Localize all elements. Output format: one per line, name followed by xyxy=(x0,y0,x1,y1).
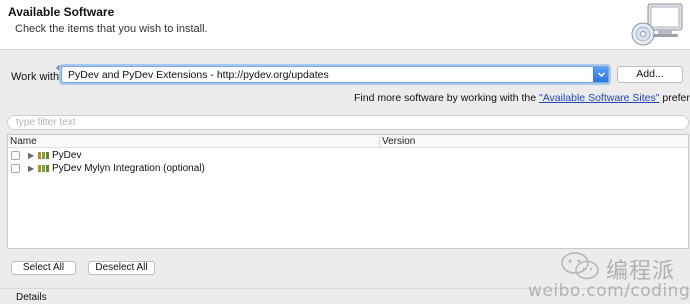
work-with-combo[interactable]: PyDev and PyDev Extensions - http://pyde… xyxy=(61,66,609,83)
software-tree-table[interactable]: Name Version ▶ PyDev ▶ PyDev Mylyn Integ… xyxy=(7,134,689,249)
install-cd-computer-icon xyxy=(631,3,683,46)
watermark-url: weibo.com/codingpy xyxy=(528,281,690,301)
table-row[interactable]: ▶ PyDev xyxy=(8,149,688,163)
column-header-version[interactable]: Version xyxy=(382,136,415,147)
details-label: Details xyxy=(16,292,47,303)
row-checkbox[interactable] xyxy=(11,151,20,160)
row-label: PyDev xyxy=(52,150,82,161)
chevron-down-icon[interactable] xyxy=(593,67,608,82)
column-divider[interactable] xyxy=(379,135,380,148)
deselect-all-button[interactable]: Deselect All xyxy=(88,261,155,275)
available-software-sites-link[interactable]: "Available Software Sites" xyxy=(539,92,660,104)
table-row[interactable]: ▶ PyDev Mylyn Integration (optional) xyxy=(8,162,688,176)
find-more-prefix: Find more software by working with the xyxy=(354,92,539,104)
feature-group-icon xyxy=(38,152,49,159)
dialog-header: Available Software Check the items that … xyxy=(0,0,690,50)
find-more-suffix: preferences. xyxy=(662,92,690,104)
add-site-button[interactable]: Add... xyxy=(617,66,683,83)
work-with-value: PyDev and PyDev Extensions - http://pyde… xyxy=(68,69,329,81)
table-header: Name Version xyxy=(8,135,688,148)
wechat-logo-icon xyxy=(561,252,599,280)
page-subtitle: Check the items that you wish to install… xyxy=(15,23,208,35)
expand-triangle-icon[interactable]: ▶ xyxy=(28,149,34,162)
column-header-name[interactable]: Name xyxy=(10,136,37,147)
row-checkbox[interactable] xyxy=(11,164,20,173)
page-title: Available Software xyxy=(8,5,115,19)
find-more-text: Find more software by working with the "… xyxy=(354,92,690,104)
work-with-label: Work with: xyxy=(11,71,63,83)
filter-placeholder: type filter text xyxy=(16,117,76,128)
row-label: PyDev Mylyn Integration (optional) xyxy=(52,163,205,174)
filter-input[interactable]: type filter text xyxy=(7,115,689,130)
select-all-button[interactable]: Select All xyxy=(11,261,76,275)
feature-group-icon xyxy=(38,165,49,172)
expand-triangle-icon[interactable]: ▶ xyxy=(28,162,34,175)
